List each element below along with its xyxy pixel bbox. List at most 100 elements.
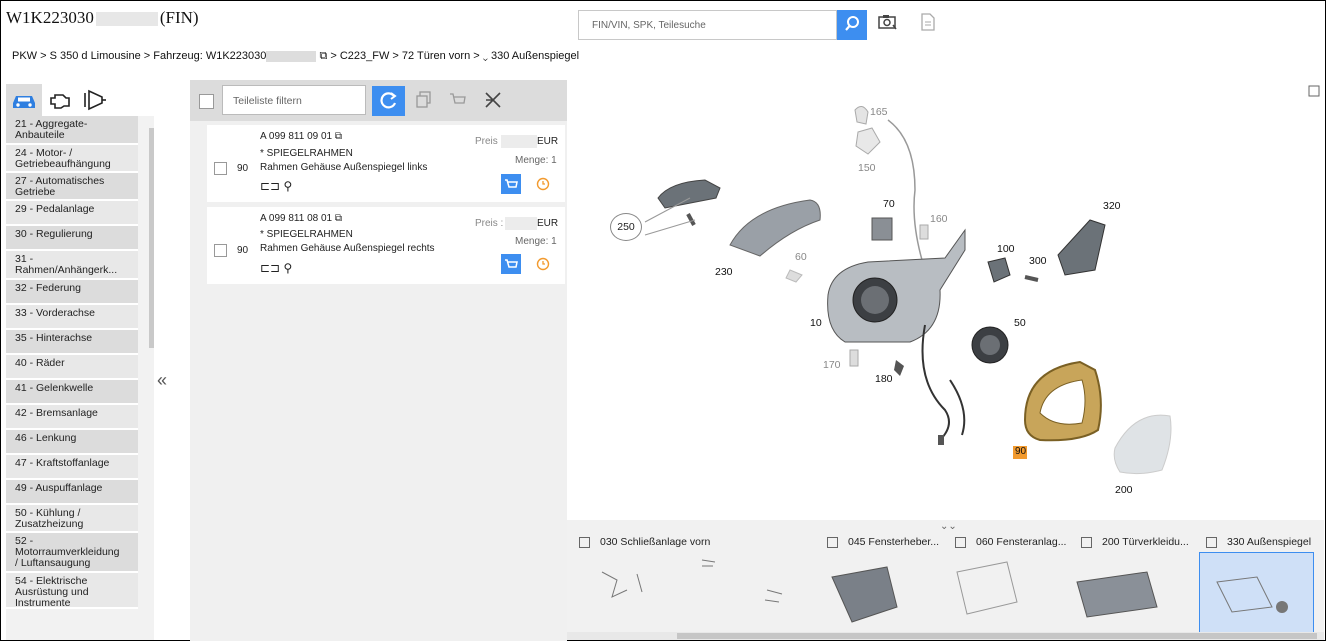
fullscreen-icon[interactable] <box>1308 85 1320 97</box>
callout-160[interactable]: 160 <box>930 213 948 225</box>
copy-icon[interactable]: ⧉ <box>319 50 327 62</box>
part-card[interactable]: 90 A 099 811 09 01 ⧉ * SPIEGELRAHMEN Rah… <box>207 125 565 202</box>
document-icon[interactable] <box>920 13 936 31</box>
sidebar-item-category[interactable]: 24 - Motor- / Getriebeaufhängung <box>6 145 138 173</box>
callout-230[interactable]: 230 <box>715 266 733 278</box>
breadcrumb-model[interactable]: > C223_FW <box>330 50 389 62</box>
cart-icon <box>505 179 518 188</box>
thumb-tab-060[interactable]: 060 Fensteranlag... <box>955 536 1066 552</box>
callout-70[interactable]: 70 <box>883 198 895 210</box>
vehicle-type-tabs <box>6 84 156 116</box>
image-icon <box>1081 536 1092 548</box>
vehicle-icon[interactable]: ⊏⊐ <box>260 179 280 193</box>
sidebar-item-category[interactable]: 49 - Auspuffanlage <box>6 480 138 505</box>
callout-250[interactable]: 250 <box>610 213 642 241</box>
callout-320[interactable]: 320 <box>1103 200 1121 212</box>
sidebar-item-category[interactable]: 50 - Kühlung / Zusatzheizung <box>6 505 138 533</box>
breadcrumb-vehicle[interactable]: PKW > S 350 d Limousine > Fahrzeug: W1K2… <box>12 50 266 62</box>
callout-150[interactable]: 150 <box>858 162 876 174</box>
sidebar-item-category[interactable]: 42 - Bremsanlage <box>6 405 138 430</box>
copy-icon: ⧉ <box>334 213 343 224</box>
refresh-icon <box>380 92 397 109</box>
image-icon <box>1206 536 1217 548</box>
thumb-tab-030[interactable]: 030 Schließanlage vorn <box>579 536 710 552</box>
image-icon <box>955 536 966 548</box>
camera-search-icon[interactable] <box>878 13 898 31</box>
select-all-checkbox[interactable] <box>199 94 214 109</box>
sidebar-item-category[interactable]: 47 - Kraftstoffanlage <box>6 455 138 480</box>
thumb-tab-330[interactable]: 330 Außenspiegel <box>1206 536 1311 552</box>
thumbnail-scroll-thumb[interactable] <box>677 633 1317 639</box>
tab-car[interactable] <box>6 84 42 116</box>
part-checkbox[interactable] <box>214 162 227 175</box>
cart-icon[interactable] <box>449 91 467 109</box>
callout-180[interactable]: 180 <box>875 373 893 385</box>
exploded-view-diagram[interactable]: 165 150 70 160 320 250 60 230 100 300 10… <box>570 80 1325 520</box>
thumbnail-scrollbar[interactable] <box>567 632 1324 640</box>
copy-icon: ⧉ <box>334 131 343 142</box>
callout-60[interactable]: 60 <box>795 251 807 263</box>
add-to-cart-button[interactable] <box>501 174 521 194</box>
image-icon <box>827 536 838 548</box>
zoom-icon[interactable]: ⚲ <box>283 179 292 193</box>
vehicle-icon[interactable]: ⊏⊐ <box>260 261 280 275</box>
engine-icon[interactable] <box>48 89 72 111</box>
quantity: Menge: 1 <box>515 236 557 247</box>
expand-down-icon[interactable]: ⌄⌄ <box>940 521 957 532</box>
callout-300[interactable]: 300 <box>1029 255 1047 267</box>
car-icon <box>13 96 35 108</box>
chevron-down-icon[interactable]: ⌄ <box>483 50 488 62</box>
sidebar-item-category[interactable]: 52 - Motorraumverkleidung / Luftansaugun… <box>6 533 138 573</box>
vin-redacted <box>95 12 158 27</box>
transmission-icon[interactable] <box>82 88 108 112</box>
callout-170[interactable]: 170 <box>823 359 841 371</box>
sidebar-item-category[interactable]: 31 - Rahmen/Anhängerk... <box>6 251 138 280</box>
callout-165[interactable]: 165 <box>870 106 888 118</box>
part-number[interactable]: A 099 811 08 01 ⧉ <box>260 213 342 224</box>
callout-10[interactable]: 10 <box>810 317 822 329</box>
sidebar-item-category[interactable]: 41 - Gelenkwelle <box>6 380 138 405</box>
sidebar-item-category[interactable]: 40 - Räder <box>6 355 138 380</box>
thumb-tab-200[interactable]: 200 Türverkleidu... <box>1081 536 1189 552</box>
filter-input[interactable]: Teileliste filtern <box>222 85 366 115</box>
price-label: Preis : <box>475 218 504 229</box>
sidebar-item-category[interactable]: 35 - Hinterachse <box>6 330 138 355</box>
sidebar-item-category[interactable]: 32 - Federung <box>6 280 138 305</box>
sidebar-item-category[interactable]: 33 - Vorderachse <box>6 305 138 330</box>
sidebar-item-category[interactable]: 29 - Pedalanlage <box>6 201 138 226</box>
search-input[interactable]: FIN/VIN, SPK, Teilesuche <box>578 10 837 40</box>
thumb-tab-045[interactable]: 045 Fensterheber... <box>827 536 939 552</box>
part-checkbox[interactable] <box>214 244 227 257</box>
sidebar-item-category[interactable]: 46 - Lenkung <box>6 430 138 455</box>
breadcrumb-subgroup[interactable]: 330 Außenspiegel <box>491 50 579 62</box>
sidebar-item-category[interactable]: 27 - Automatisches Getriebe <box>6 173 138 201</box>
callout-100[interactable]: 100 <box>997 243 1015 255</box>
category-scroll-thumb[interactable] <box>149 128 154 348</box>
collapse-panel-icon[interactable]: « <box>157 370 167 391</box>
refresh-button[interactable] <box>372 86 405 116</box>
thumbnail-images[interactable] <box>567 552 1324 632</box>
part-name: * SPIEGELRAHMEN <box>260 229 353 240</box>
part-card[interactable]: 90 A 099 811 08 01 ⧉ * SPIEGELRAHMEN Rah… <box>207 207 565 284</box>
search-icon <box>845 16 859 31</box>
clock-icon[interactable] <box>536 177 550 191</box>
part-number[interactable]: A 099 811 09 01 ⧉ <box>260 131 342 142</box>
breadcrumb-group[interactable]: > 72 Türen vorn > <box>392 50 479 62</box>
copy-icon[interactable] <box>416 91 432 109</box>
sidebar-item-category[interactable]: 54 - Elektrische Ausrüstung und Instrume… <box>6 573 138 609</box>
vin-redacted <box>266 50 317 62</box>
image-icon <box>579 536 590 548</box>
callout-50[interactable]: 50 <box>1014 317 1026 329</box>
add-to-cart-button[interactable] <box>501 254 521 274</box>
callout-200[interactable]: 200 <box>1115 484 1133 496</box>
sidebar-item-category[interactable]: 30 - Regulierung <box>6 226 138 251</box>
sidebar-item-category[interactable]: 21 - Aggregate- Anbauteile <box>6 116 138 145</box>
breadcrumb: PKW > S 350 d Limousine > Fahrzeug: W1K2… <box>12 50 579 63</box>
callout-90-highlighted[interactable]: 90 <box>1015 446 1026 457</box>
clock-icon[interactable] <box>536 257 550 271</box>
clear-filter-icon[interactable] <box>484 91 502 109</box>
vin-suffix: (FIN) <box>159 8 199 27</box>
zoom-icon[interactable]: ⚲ <box>283 261 292 275</box>
search-button[interactable] <box>837 10 867 40</box>
part-description: Rahmen Gehäuse Außenspiegel rechts <box>260 243 435 254</box>
